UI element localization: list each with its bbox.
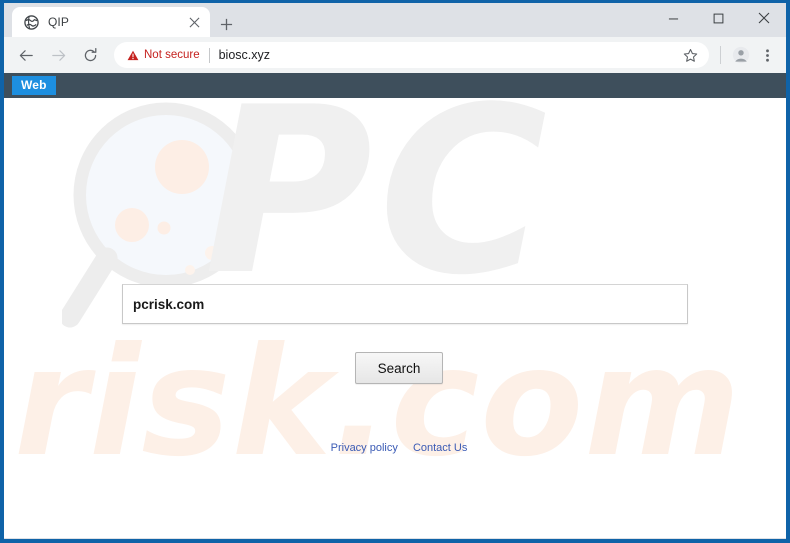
pc-watermark-text: PC [204,98,554,326]
three-dot-menu-icon[interactable] [754,42,780,68]
address-bar[interactable]: Not secure biosc.xyz [114,42,709,68]
new-tab-button[interactable] [213,11,239,37]
search-input-row [122,284,688,324]
browser-toolbar: Not secure biosc.xyz [4,37,786,73]
maximize-button[interactable] [696,3,741,33]
site-tab-web[interactable]: Web [12,76,56,95]
omnibox-divider [208,47,210,63]
window-controls [651,3,786,33]
bookmark-star-icon[interactable] [679,44,701,66]
risk-watermark-text: risk.com [14,316,742,490]
site-navbar: Web [4,73,786,98]
browser-window-inner: QIP Not secure biosc.xyz Web PC risk.com… [4,3,786,539]
privacy-policy-link[interactable]: Privacy policy [331,442,398,454]
warning-triangle-icon [127,50,139,61]
search-input[interactable] [122,284,688,324]
profile-avatar-icon[interactable] [728,42,754,68]
security-indicator[interactable]: Not secure [127,49,200,61]
browser-tab-qip[interactable]: QIP [12,7,210,37]
footer-links: Privacy policy Contact Us [4,442,786,454]
minimize-button[interactable] [651,3,696,33]
security-label: Not secure [144,49,200,61]
page-viewport: Web PC risk.com pcrisk.com Search Privac… [4,73,786,538]
browser-window: QIP Not secure biosc.xyz Web PC risk.com… [0,0,790,543]
globe-icon [23,14,39,30]
tab-close-icon[interactable] [186,14,202,30]
close-button[interactable] [741,3,786,33]
toolbar-divider [720,46,721,64]
contact-us-link[interactable]: Contact Us [413,442,467,454]
search-button[interactable]: Search [355,352,443,384]
search-button-row: Search [4,352,786,384]
forward-button[interactable] [44,41,72,69]
back-button[interactable] [12,41,40,69]
tab-strip: QIP [4,3,786,37]
reload-button[interactable] [76,41,104,69]
tab-title: QIP [48,15,69,29]
url-text[interactable]: biosc.xyz [219,48,679,62]
